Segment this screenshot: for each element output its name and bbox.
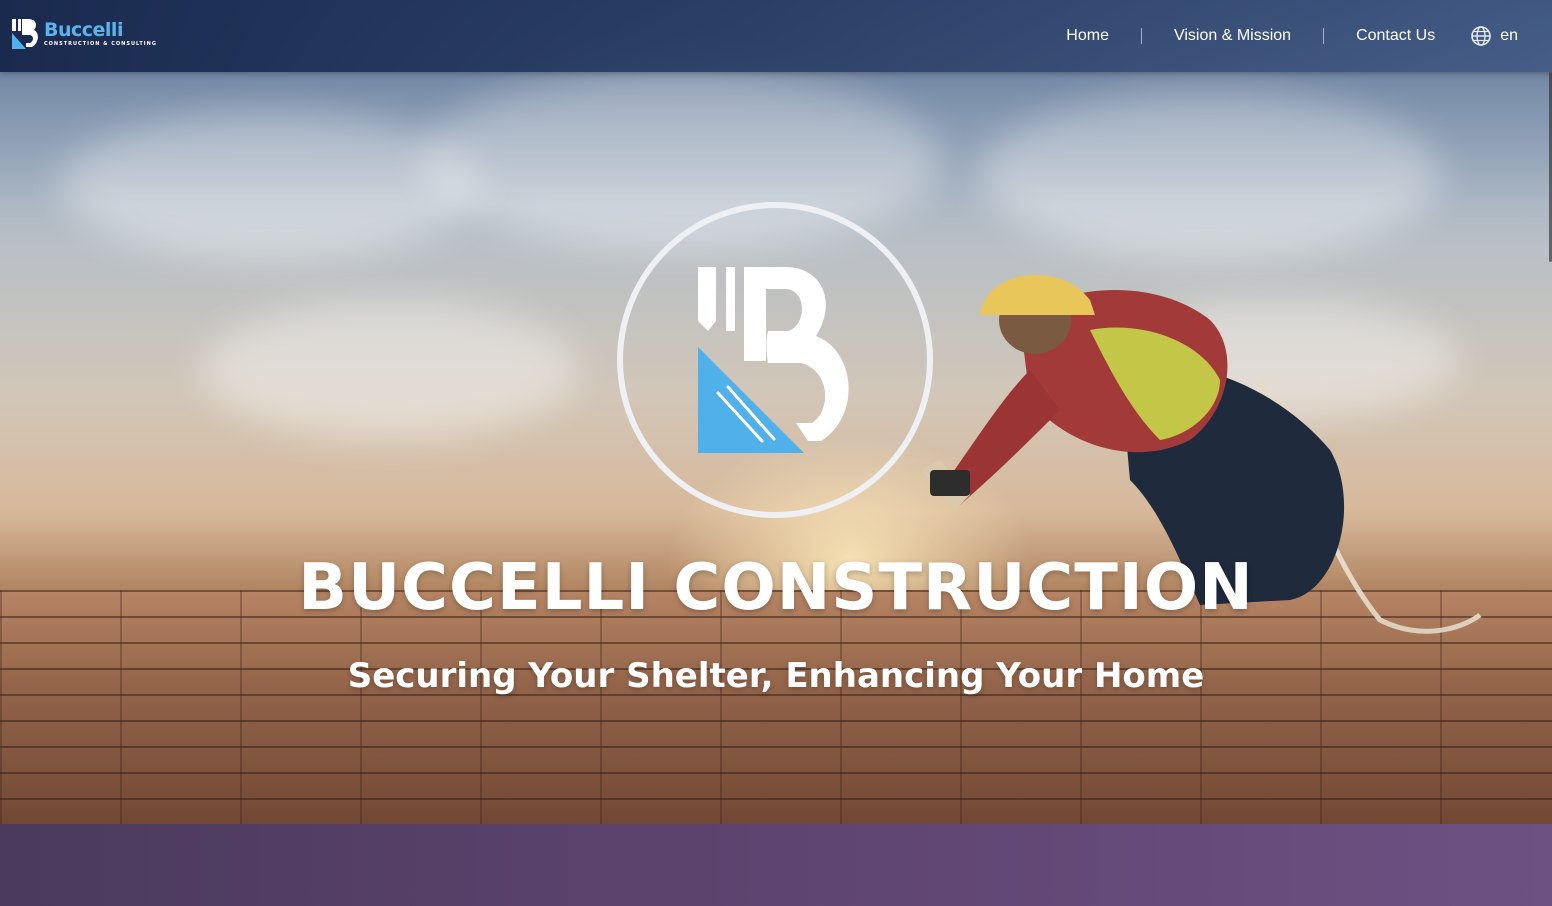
navbar: Buccelli CONSTRUCTION & CONSULTING Home … <box>0 0 1552 72</box>
globe-icon <box>1471 26 1492 46</box>
brand-logo-link[interactable]: Buccelli CONSTRUCTION & CONSULTING <box>10 16 157 52</box>
language-selector[interactable]: en <box>1471 26 1518 46</box>
nav-link-home[interactable]: Home <box>1066 27 1109 45</box>
buccelli-logo-icon <box>12 19 38 49</box>
nav-divider <box>1140 28 1142 44</box>
hero-title: BUCCELLI CONSTRUCTION <box>298 551 1254 625</box>
page: Buccelli CONSTRUCTION & CONSULTING Home … <box>0 0 1552 906</box>
nav-link-contact-us[interactable]: Contact Us <box>1356 27 1435 45</box>
brand-tagline: CONSTRUCTION & CONSULTING <box>44 41 157 47</box>
nav-divider <box>1323 28 1325 44</box>
language-label: en <box>1500 27 1518 44</box>
nav-link-vision-mission[interactable]: Vision & Mission <box>1174 27 1291 45</box>
nav-menu: Home Vision & Mission Contact Us en <box>1066 0 1518 72</box>
brand-name: Buccelli <box>44 19 123 41</box>
hero-subtitle: Securing Your Shelter, Enhancing Your Ho… <box>347 656 1205 696</box>
next-section <box>0 824 1552 906</box>
hero-brand-emblem <box>617 202 933 518</box>
